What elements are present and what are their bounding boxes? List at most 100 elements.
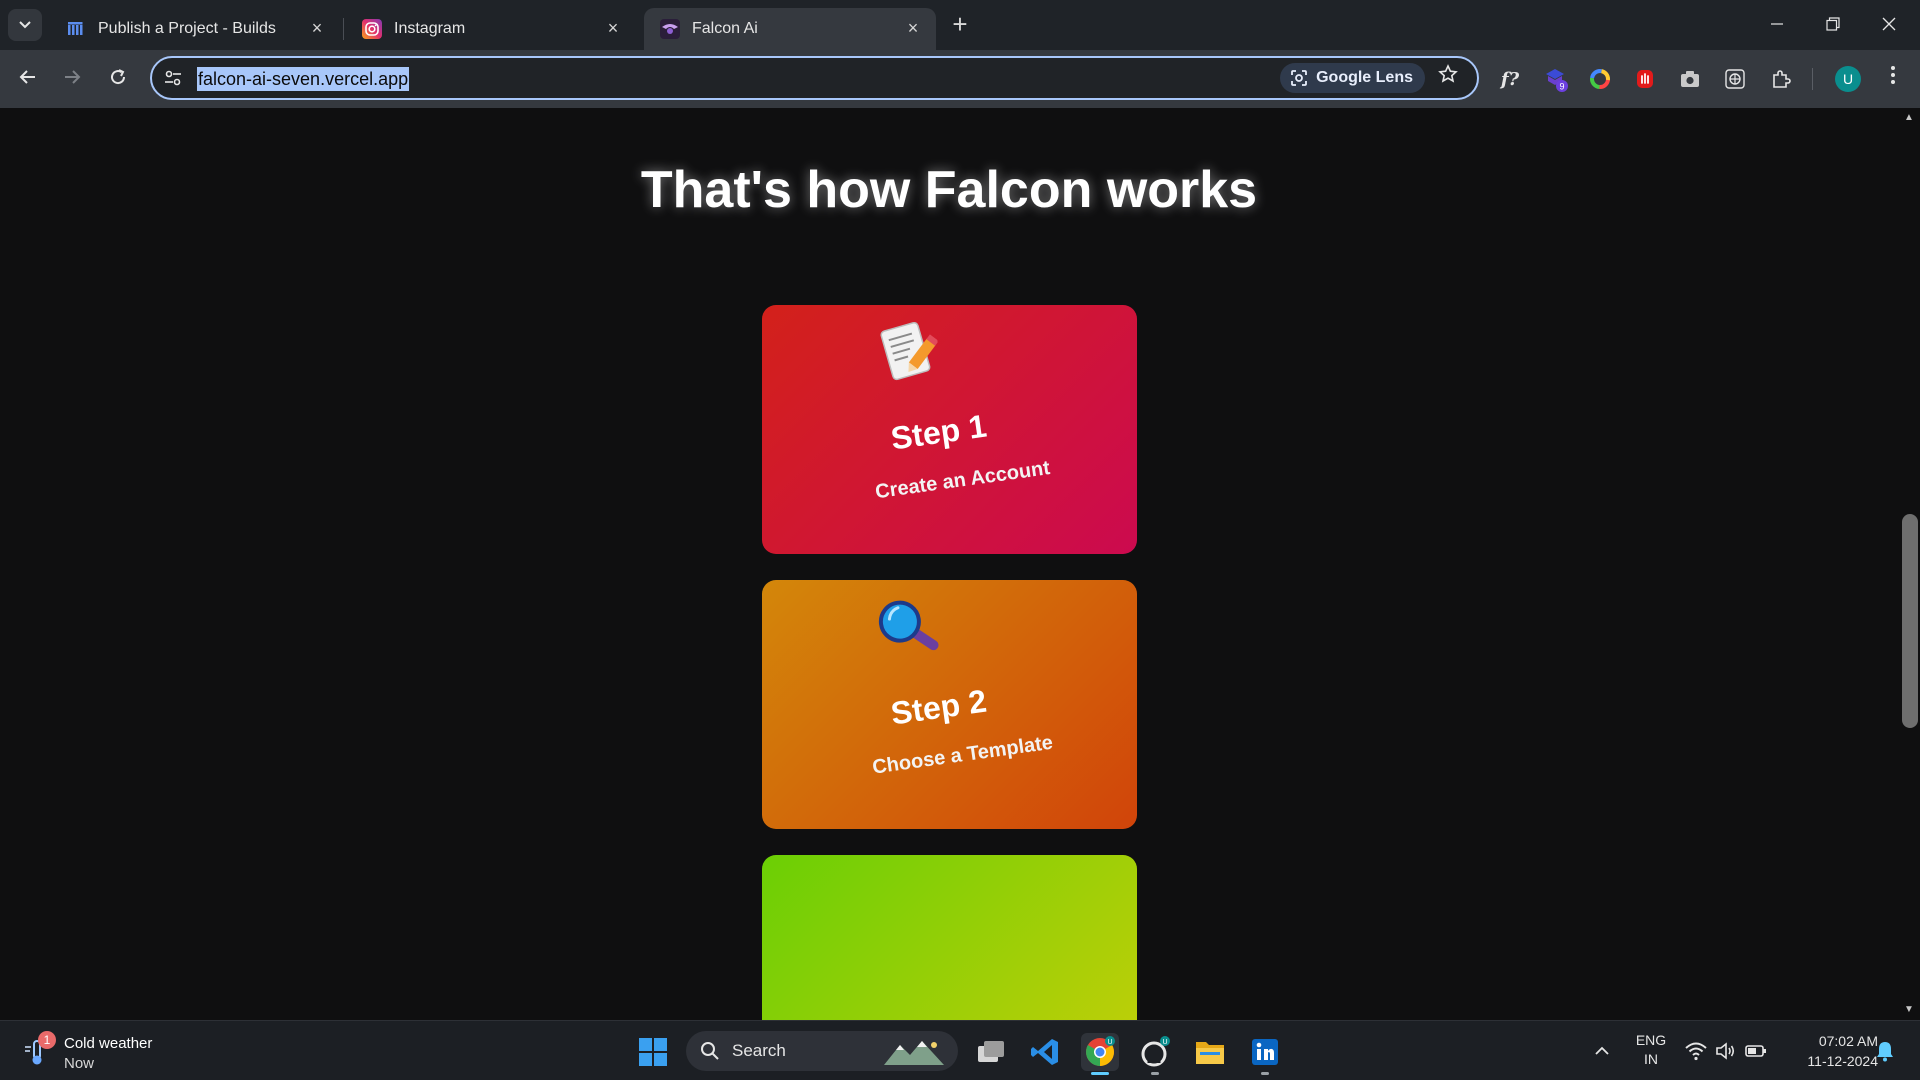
windows-logo-icon (639, 1038, 667, 1066)
step-card-3[interactable] (762, 855, 1137, 1020)
tab-falcon-ai[interactable]: Falcon Ai × (644, 8, 936, 50)
chrome-taskbar-button[interactable]: U (1081, 1033, 1119, 1075)
hand-icon (1637, 70, 1653, 88)
openai-icon (1725, 69, 1745, 89)
tab-title: Publish a Project - Builds (98, 20, 276, 37)
more-vertical-icon (1891, 66, 1895, 84)
address-bar[interactable]: falcon-ai-seven.vercel.app Google Lens (150, 56, 1479, 100)
page-scrollbar[interactable]: ▲ ▼ (1898, 108, 1920, 1020)
show-hidden-icons-button[interactable] (1590, 1037, 1614, 1065)
page-heading: That's how Falcon works (640, 161, 1258, 219)
extension-badge-button[interactable]: 9 (1542, 66, 1568, 92)
toolbar-separator (1812, 68, 1813, 90)
chevron-up-icon (1595, 1046, 1609, 1055)
step-card-1[interactable]: Step 1 Create an Account (762, 305, 1137, 554)
new-tab-button[interactable]: + (948, 11, 972, 37)
puzzle-icon (1773, 70, 1791, 88)
input-language-indicator[interactable]: ENG IN (1630, 1031, 1672, 1069)
scroll-up-icon[interactable]: ▲ (1898, 110, 1920, 126)
system-clock[interactable]: 07:02 AM 11-12-2024 (1778, 1031, 1878, 1071)
step-card-content: Step 1 Create an Account (748, 277, 1154, 576)
page-viewport: That's how Falcon works Step 1 Create an… (0, 108, 1898, 1020)
clock-time: 07:02 AM (1818, 1033, 1878, 1049)
extensions-button[interactable] (1768, 66, 1794, 92)
tab-publish-project[interactable]: Publish a Project - Builds × (50, 8, 340, 50)
site-info-icon[interactable] (162, 67, 184, 89)
tab-search-button[interactable] (8, 9, 42, 41)
tab-instagram[interactable]: Instagram × (346, 8, 636, 50)
windows-taskbar: 1 Cold weather Now Search U U ENG IN 07:… (0, 1020, 1920, 1080)
forward-button[interactable] (56, 63, 88, 95)
close-tab-icon[interactable]: × (308, 19, 326, 37)
start-button[interactable] (638, 1037, 668, 1067)
minimize-button[interactable] (1764, 12, 1790, 38)
scroll-down-icon[interactable]: ▼ (1898, 1002, 1920, 1018)
screenshot-extension-button[interactable] (1677, 66, 1703, 92)
restore-button[interactable] (1820, 12, 1846, 38)
weather-widget[interactable]: 1 Cold weather Now (22, 1029, 182, 1073)
notification-bell-icon[interactable] (1874, 1039, 1896, 1063)
language-code: ENG (1635, 1032, 1667, 1048)
weather-subtitle: Now (64, 1055, 95, 1072)
chevron-down-icon (19, 21, 31, 29)
task-view-icon (978, 1041, 1004, 1062)
clock-date: 11-12-2024 (1807, 1053, 1878, 1069)
close-window-button[interactable] (1876, 12, 1902, 38)
search-placeholder: Search (732, 1041, 786, 1060)
volume-icon[interactable] (1714, 1039, 1738, 1063)
magnifier-icon (878, 600, 939, 651)
search-icon (701, 1042, 719, 1060)
close-icon (1882, 17, 1896, 31)
chrome-menu-button[interactable] (1880, 64, 1906, 94)
google-lens-icon (1291, 70, 1307, 86)
battery-icon[interactable] (1744, 1039, 1768, 1063)
profile-avatar[interactable]: U (1835, 66, 1861, 92)
file-explorer-taskbar-button[interactable] (1191, 1033, 1229, 1071)
back-button[interactable] (12, 63, 44, 95)
color-wheel-icon (1590, 69, 1610, 89)
task-view-button[interactable] (972, 1033, 1010, 1071)
google-lens-label: Google Lens (1316, 69, 1413, 86)
color-picker-extension-button[interactable] (1587, 66, 1613, 92)
minimize-icon (1771, 23, 1783, 25)
restore-icon (1826, 17, 1840, 31)
close-tab-icon[interactable]: × (904, 19, 922, 37)
google-lens-button[interactable]: Google Lens (1280, 63, 1425, 93)
github-profile-badge: U (1162, 1039, 1167, 1046)
step-card-2[interactable]: Step 2 Choose a Template (762, 580, 1137, 829)
browser-toolbar: falcon-ai-seven.vercel.app Google Lens f… (0, 50, 1920, 108)
extension-badge-count: 9 (1559, 82, 1564, 92)
star-icon (1438, 64, 1458, 83)
taskbar-search[interactable]: Search (686, 1031, 958, 1071)
font-extension-label: f? (1500, 68, 1520, 90)
browser-titlebar: Publish a Project - Builds × Instagram ×… (0, 0, 1920, 50)
font-extension-button[interactable]: f? (1497, 66, 1523, 92)
url-text[interactable]: falcon-ai-seven.vercel.app (197, 67, 410, 91)
step-card-content: Step 2 Choose a Template (748, 552, 1154, 851)
running-app-indicator (1151, 1072, 1159, 1075)
folder-icon (1196, 1042, 1224, 1064)
tab-separator (343, 18, 344, 40)
vscode-taskbar-button[interactable] (1026, 1033, 1064, 1071)
github-desktop-taskbar-button[interactable]: U (1136, 1033, 1174, 1075)
builds-favicon-icon (66, 19, 86, 39)
memo-icon (880, 321, 939, 381)
forward-arrow-icon (65, 70, 81, 84)
reload-button[interactable] (102, 63, 134, 95)
weather-title: Cold weather (64, 1035, 153, 1052)
shield-extension-icon: 9 (1546, 69, 1568, 92)
close-tab-icon[interactable]: × (604, 19, 622, 37)
github-icon: U (1141, 1036, 1170, 1067)
running-app-indicator (1261, 1072, 1269, 1075)
weather-badge: 1 (38, 1031, 56, 1049)
bookmark-star-button[interactable] (1435, 64, 1461, 90)
linkedin-icon (1252, 1039, 1278, 1065)
hand-extension-button[interactable] (1632, 66, 1658, 92)
tab-title: Instagram (394, 20, 466, 37)
linkedin-taskbar-button[interactable] (1246, 1033, 1284, 1075)
scroll-thumb[interactable] (1902, 514, 1918, 728)
vscode-icon (1031, 1039, 1058, 1065)
openai-extension-button[interactable] (1722, 66, 1748, 92)
active-app-indicator (1091, 1072, 1109, 1075)
wifi-icon[interactable] (1684, 1039, 1708, 1063)
